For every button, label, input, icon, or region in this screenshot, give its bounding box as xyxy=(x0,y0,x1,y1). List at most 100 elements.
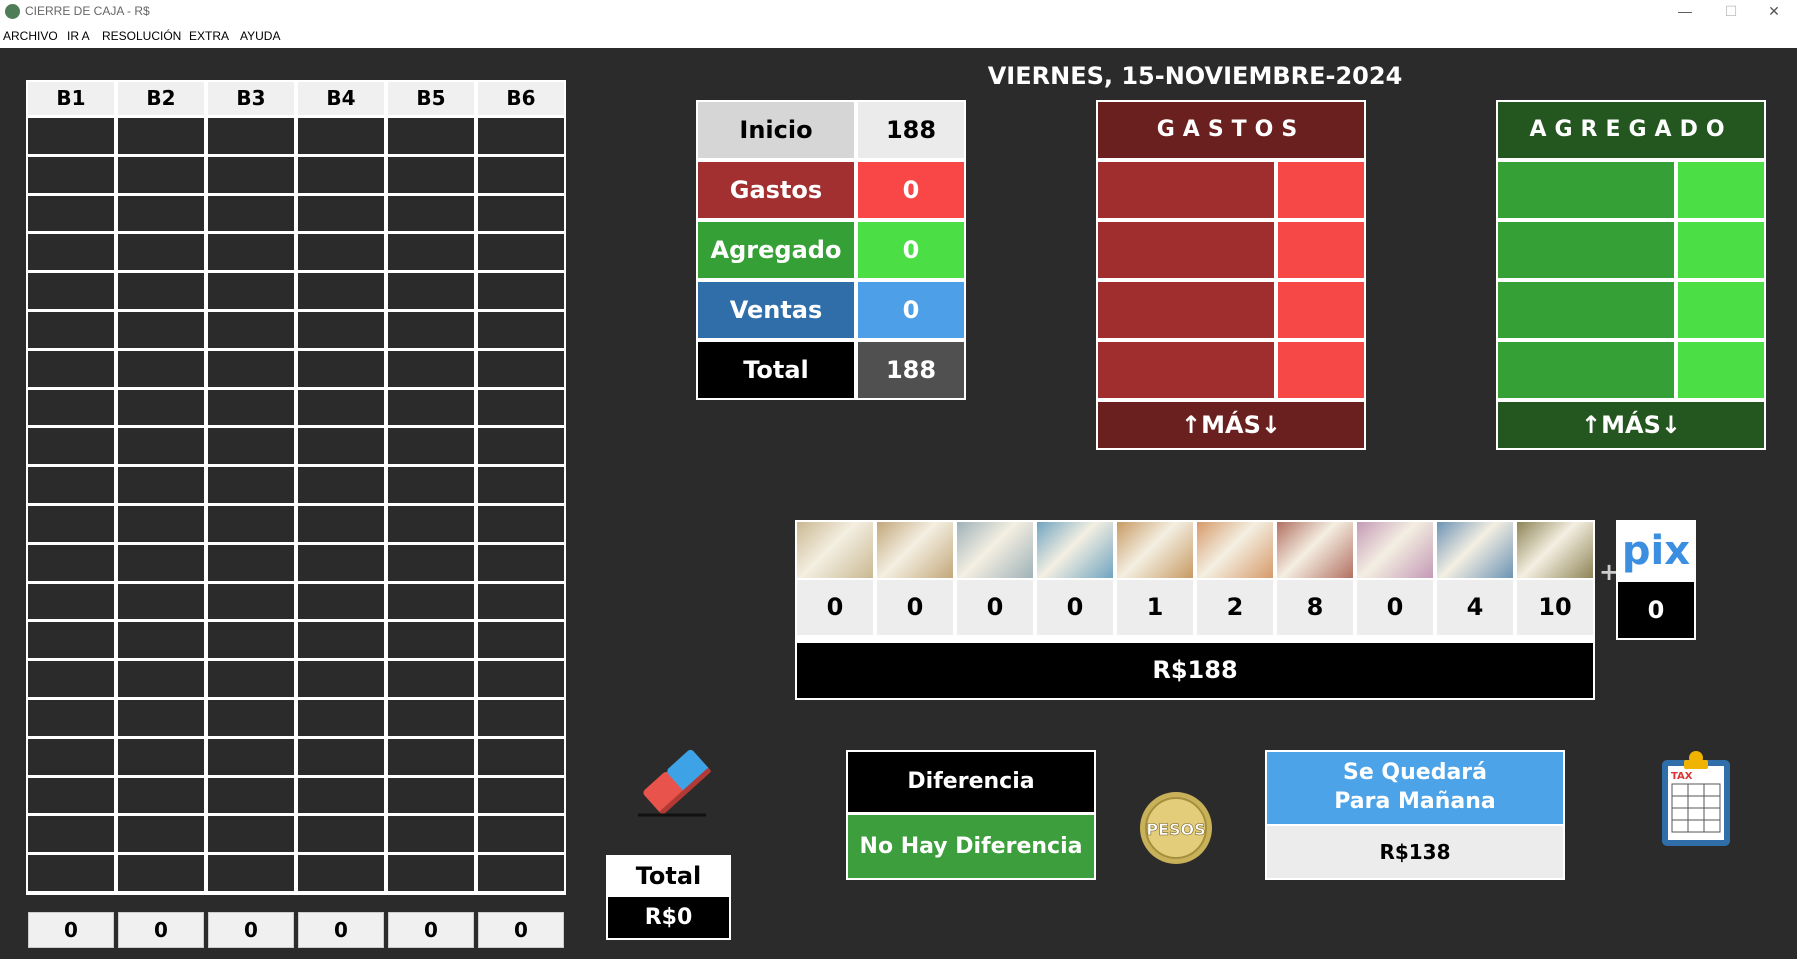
pesos-coin-icon[interactable]: PESOS xyxy=(1138,790,1214,866)
grid-cell-input[interactable] xyxy=(388,273,474,309)
grid-cell-input[interactable] xyxy=(388,777,474,814)
pix-value-input[interactable]: 0 xyxy=(1618,582,1694,638)
gastos-amount-input[interactable] xyxy=(1278,162,1364,218)
bill-count-input[interactable]: 0 xyxy=(1357,580,1433,635)
agregado-concept-input[interactable] xyxy=(1498,282,1674,338)
grid-cell-input[interactable] xyxy=(388,428,474,465)
grid-cell-input[interactable] xyxy=(298,622,384,659)
agregado-amount-input[interactable] xyxy=(1678,282,1764,338)
menu-ir-a[interactable]: IR A xyxy=(67,29,90,43)
grid-cell-input[interactable] xyxy=(388,506,474,542)
grid-cell-input[interactable] xyxy=(388,312,474,348)
grid-cell-input[interactable] xyxy=(118,506,204,542)
eraser-icon[interactable] xyxy=(630,735,720,825)
grid-cell-input[interactable] xyxy=(118,583,204,620)
grid-cell-input[interactable] xyxy=(28,816,114,853)
grid-cell-input[interactable] xyxy=(118,467,204,503)
bill-count-input[interactable]: 0 xyxy=(797,580,873,635)
menu-archivo[interactable]: ARCHIVO xyxy=(3,29,58,43)
grid-cell-input[interactable] xyxy=(28,428,114,465)
grid-cell-input[interactable] xyxy=(298,195,384,232)
grid-cell-input[interactable] xyxy=(478,428,564,465)
grid-cell-input[interactable] xyxy=(28,312,114,348)
grid-cell-input[interactable] xyxy=(118,156,204,193)
grid-cell-input[interactable] xyxy=(208,738,294,775)
grid-cell-input[interactable] xyxy=(388,583,474,620)
grid-cell-input[interactable] xyxy=(478,312,564,348)
grid-cell-input[interactable] xyxy=(28,855,114,891)
grid-cell-input[interactable] xyxy=(388,738,474,775)
grid-cell-input[interactable] xyxy=(118,118,204,154)
menu-ayuda[interactable]: AYUDA xyxy=(240,29,280,43)
grid-cell-input[interactable] xyxy=(208,156,294,193)
grid-cell-input[interactable] xyxy=(478,661,564,697)
grid-cell-input[interactable] xyxy=(208,506,294,542)
grid-cell-input[interactable] xyxy=(298,738,384,775)
grid-cell-input[interactable] xyxy=(208,467,294,503)
grid-cell-input[interactable] xyxy=(388,118,474,154)
minimize-button[interactable]: — xyxy=(1662,0,1708,23)
grid-cell-input[interactable] xyxy=(28,389,114,426)
close-button[interactable]: ✕ xyxy=(1751,0,1797,23)
grid-cell-input[interactable] xyxy=(298,234,384,271)
grid-cell-input[interactable] xyxy=(208,350,294,387)
gastos-concept-input[interactable] xyxy=(1098,222,1274,278)
grid-cell-input[interactable] xyxy=(388,234,474,271)
grid-cell-input[interactable] xyxy=(208,428,294,465)
grid-cell-input[interactable] xyxy=(388,816,474,853)
grid-cell-input[interactable] xyxy=(298,428,384,465)
gastos-amount-input[interactable] xyxy=(1278,342,1364,398)
grid-cell-input[interactable] xyxy=(118,544,204,581)
grid-cell-input[interactable] xyxy=(388,467,474,503)
grid-cell-input[interactable] xyxy=(388,156,474,193)
bill-count-input[interactable]: 1 xyxy=(1117,580,1193,635)
gastos-amount-input[interactable] xyxy=(1278,222,1364,278)
grid-cell-input[interactable] xyxy=(28,506,114,542)
grid-cell-input[interactable] xyxy=(478,506,564,542)
grid-cell-input[interactable] xyxy=(298,583,384,620)
grid-cell-input[interactable] xyxy=(478,273,564,309)
grid-cell-input[interactable] xyxy=(388,544,474,581)
gastos-concept-input[interactable] xyxy=(1098,282,1274,338)
grid-cell-input[interactable] xyxy=(208,622,294,659)
grid-cell-input[interactable] xyxy=(208,700,294,736)
agregado-concept-input[interactable] xyxy=(1498,162,1674,218)
grid-cell-input[interactable] xyxy=(118,428,204,465)
grid-cell-input[interactable] xyxy=(208,195,294,232)
grid-cell-input[interactable] xyxy=(118,700,204,736)
grid-cell-input[interactable] xyxy=(478,156,564,193)
grid-cell-input[interactable] xyxy=(208,583,294,620)
grid-cell-input[interactable] xyxy=(298,661,384,697)
grid-cell-input[interactable] xyxy=(118,195,204,232)
grid-cell-input[interactable] xyxy=(478,622,564,659)
grid-cell-input[interactable] xyxy=(478,544,564,581)
grid-cell-input[interactable] xyxy=(28,234,114,271)
grid-cell-input[interactable] xyxy=(28,273,114,309)
menu-resolucion[interactable]: RESOLUCIÓN xyxy=(102,29,181,43)
grid-cell-input[interactable] xyxy=(28,156,114,193)
grid-cell-input[interactable] xyxy=(208,234,294,271)
grid-cell-input[interactable] xyxy=(28,118,114,154)
grid-cell-input[interactable] xyxy=(478,583,564,620)
grid-cell-input[interactable] xyxy=(298,389,384,426)
grid-cell-input[interactable] xyxy=(298,544,384,581)
grid-cell-input[interactable] xyxy=(28,777,114,814)
maximize-button[interactable]: ☐ xyxy=(1708,0,1754,23)
grid-cell-input[interactable] xyxy=(208,661,294,697)
grid-cell-input[interactable] xyxy=(208,118,294,154)
grid-cell-input[interactable] xyxy=(298,506,384,542)
grid-cell-input[interactable] xyxy=(388,661,474,697)
grid-cell-input[interactable] xyxy=(478,389,564,426)
grid-cell-input[interactable] xyxy=(388,350,474,387)
grid-cell-input[interactable] xyxy=(298,350,384,387)
grid-cell-input[interactable] xyxy=(208,777,294,814)
tax-clipboard-icon[interactable]: TAX xyxy=(1658,750,1734,850)
grid-cell-input[interactable] xyxy=(298,467,384,503)
grid-cell-input[interactable] xyxy=(118,738,204,775)
gastos-concept-input[interactable] xyxy=(1098,162,1274,218)
agregado-concept-input[interactable] xyxy=(1498,342,1674,398)
grid-cell-input[interactable] xyxy=(208,312,294,348)
agregado-amount-input[interactable] xyxy=(1678,162,1764,218)
grid-cell-input[interactable] xyxy=(298,312,384,348)
grid-cell-input[interactable] xyxy=(298,777,384,814)
